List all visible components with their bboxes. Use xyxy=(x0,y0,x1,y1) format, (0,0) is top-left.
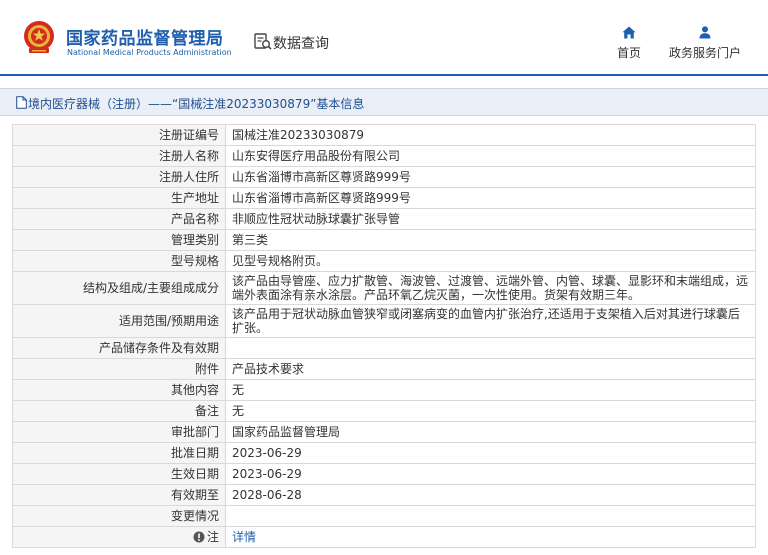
field-label: 生效日期 xyxy=(12,463,226,485)
note-value-cell: 详情 xyxy=(225,526,756,548)
field-label: 注册证编号 xyxy=(12,124,226,146)
field-label: 其他内容 xyxy=(12,379,226,401)
note-label-cell: 注 xyxy=(12,526,226,548)
details-link[interactable]: 详情 xyxy=(232,530,256,544)
nav-portal-link[interactable]: 政务服务门户 xyxy=(666,26,744,61)
home-icon xyxy=(622,26,636,39)
nav-home-link[interactable]: 首页 xyxy=(614,26,644,61)
national-emblem-icon xyxy=(24,21,54,53)
note-info-icon xyxy=(193,531,205,543)
field-label: 生产地址 xyxy=(12,187,226,209)
field-label: 备注 xyxy=(12,400,226,422)
table-row: 结构及组成/主要组成成分 该产品由导管座、应力扩散管、海波管、过渡管、远端外管、内… xyxy=(12,271,756,305)
nav-portal-label: 政务服务门户 xyxy=(668,46,741,60)
note-label: 注 xyxy=(206,530,219,544)
field-label: 变更情况 xyxy=(12,505,226,527)
field-value: 产品技术要求 xyxy=(225,358,756,380)
field-label: 批准日期 xyxy=(12,442,226,464)
table-row: 附件 产品技术要求 xyxy=(12,358,756,380)
table-row-note: 注 详情 xyxy=(12,526,756,548)
field-value: 2023-06-29 xyxy=(225,442,756,464)
field-value: 2028-06-28 xyxy=(225,484,756,506)
table-row: 产品名称 非顺应性冠状动脉球囊扩张导管 xyxy=(12,208,756,230)
field-value: 国械注准20233030879 xyxy=(225,124,756,146)
field-label: 附件 xyxy=(12,358,226,380)
table-row: 审批部门 国家药品监督管理局 xyxy=(12,421,756,443)
table-row: 生效日期 2023-06-29 xyxy=(12,463,756,485)
org-name-cn: 国家药品监督管理局 xyxy=(66,29,224,49)
field-label: 产品储存条件及有效期 xyxy=(12,337,226,359)
table-row: 备注无 xyxy=(12,400,756,422)
table-row: 其他内容无 xyxy=(12,379,756,401)
field-label: 型号规格 xyxy=(12,250,226,272)
field-value xyxy=(225,505,756,527)
site-header: 国家药品监督管理局 National Medical Products Admi… xyxy=(0,0,768,76)
field-value: 国家药品监督管理局 xyxy=(225,421,756,443)
field-value xyxy=(225,337,756,359)
field-label: 管理类别 xyxy=(12,229,226,251)
field-value: 无 xyxy=(225,379,756,401)
org-name-en: National Medical Products Administration xyxy=(67,48,232,57)
table-row: 适用范围/预期用途 该产品用于冠状动脉血管狭窄或闭塞病变的血管内扩张治疗,还适用于… xyxy=(12,304,756,338)
table-row: 批准日期 2023-06-29 xyxy=(12,442,756,464)
field-label: 注册人住所 xyxy=(12,166,226,188)
field-value: 该产品由导管座、应力扩散管、海波管、过渡管、远端外管、内管、球囊、显影环和末端组… xyxy=(225,271,756,305)
table-row: 变更情况 xyxy=(12,505,756,527)
table-row: 有效期至 2028-06-28 xyxy=(12,484,756,506)
field-value: 山东安得医疗用品股份有限公司 xyxy=(225,145,756,167)
field-label: 结构及组成/主要组成成分 xyxy=(12,271,226,305)
field-value: 该产品用于冠状动脉血管狭窄或闭塞病变的血管内扩张治疗,还适用于支架植入后对其进行… xyxy=(225,304,756,338)
field-label: 产品名称 xyxy=(12,208,226,230)
field-value: 非顺应性冠状动脉球囊扩张导管 xyxy=(225,208,756,230)
table-row: 注册证编号 国械注准20233030879 xyxy=(12,124,756,146)
field-value: 2023-06-29 xyxy=(225,463,756,485)
breadcrumb-text: 境内医疗器械（注册）——“国械注准20233030879”基本信息 xyxy=(28,97,365,111)
field-value: 山东省淄博市高新区尊贤路999号 xyxy=(225,166,756,188)
table-row: 型号规格 见型号规格附页。 xyxy=(12,250,756,272)
breadcrumb: 境内医疗器械（注册）——“国械注准20233030879”基本信息 xyxy=(0,88,768,116)
table-row: 注册人住所 山东省淄博市高新区尊贤路999号 xyxy=(12,166,756,188)
table-row: 管理类别 第三类 xyxy=(12,229,756,251)
section-title: 数据查询 xyxy=(273,36,329,52)
document-icon xyxy=(16,96,27,109)
table-row: 生产地址 山东省淄博市高新区尊贤路999号 xyxy=(12,187,756,209)
table-row: 产品储存条件及有效期 xyxy=(12,337,756,359)
field-label: 注册人名称 xyxy=(12,145,226,167)
field-label: 适用范围/预期用途 xyxy=(12,304,226,338)
field-value: 见型号规格附页。 xyxy=(225,250,756,272)
field-label: 审批部门 xyxy=(12,421,226,443)
field-value: 第三类 xyxy=(225,229,756,251)
data-query-icon xyxy=(254,33,272,50)
field-label: 有效期至 xyxy=(12,484,226,506)
nav-home-label: 首页 xyxy=(616,46,641,60)
registration-detail-table: 注册证编号 国械注准20233030879 注册人名称 山东安得医疗用品股份有限公司… xyxy=(12,124,756,548)
field-value: 无 xyxy=(225,400,756,422)
table-row: 注册人名称 山东安得医疗用品股份有限公司 xyxy=(12,145,756,167)
field-value: 山东省淄博市高新区尊贤路999号 xyxy=(225,187,756,209)
user-icon xyxy=(699,26,711,39)
